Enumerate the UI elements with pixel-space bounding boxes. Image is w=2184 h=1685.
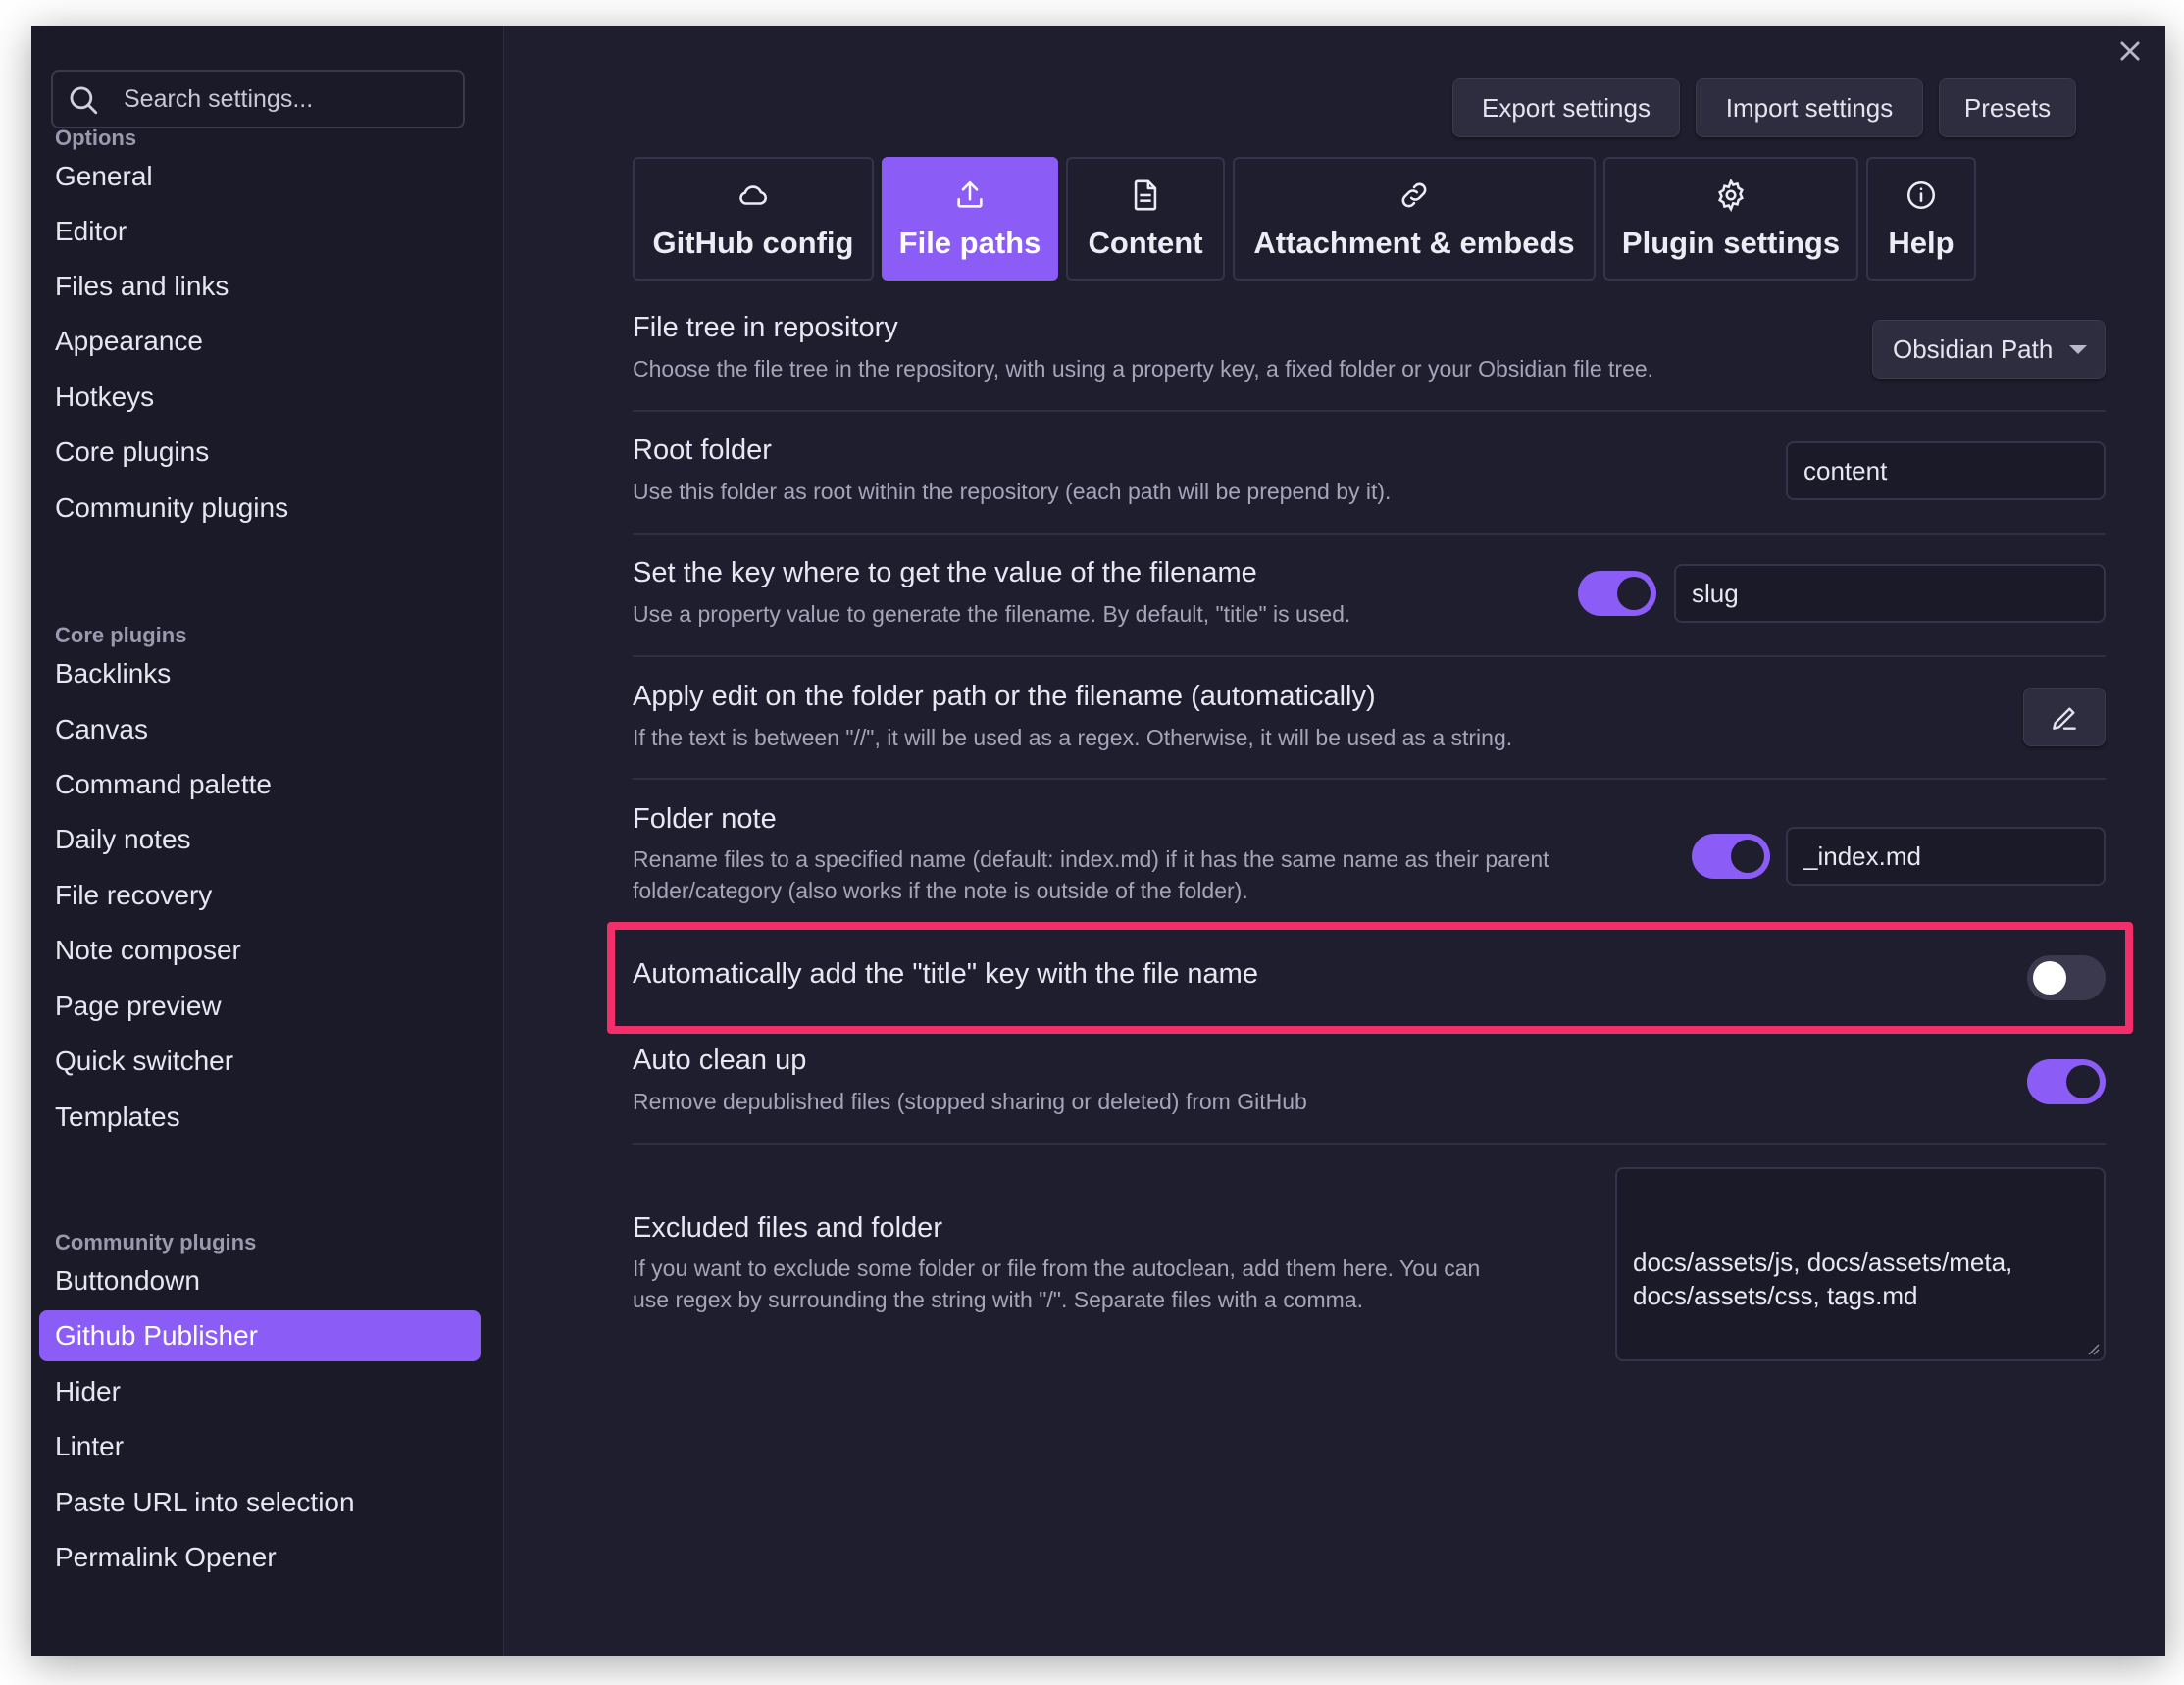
sidebar-item-core-plugins[interactable]: Core plugins	[39, 427, 481, 478]
gear-icon	[1718, 179, 1744, 212]
folder-note-desc-line2: folder/category (also works if the note …	[633, 878, 1248, 903]
tab-help[interactable]: Help	[1866, 157, 1976, 281]
sidebar-item-templates[interactable]: Templates	[39, 1092, 481, 1143]
toggle-knob	[1731, 840, 1764, 873]
auto-title-title: Automatically add the "title" key with t…	[633, 958, 1258, 990]
divider	[633, 533, 2106, 535]
close-button[interactable]	[2112, 35, 2148, 71]
close-icon	[2120, 41, 2140, 61]
sidebar-item-permalink-opener[interactable]: Permalink Opener	[39, 1532, 481, 1583]
sidebar-item-general[interactable]: General	[39, 151, 481, 202]
sidebar-item-hider[interactable]: Hider	[39, 1366, 481, 1417]
cloud-icon	[739, 185, 767, 205]
toggle-knob	[2033, 961, 2066, 995]
tab-content[interactable]: Content	[1066, 157, 1225, 281]
sidebar-item-quick-switcher[interactable]: Quick switcher	[39, 1036, 481, 1087]
sidebar-item-buttondown[interactable]: Buttondown	[39, 1255, 481, 1306]
sidebar-item-files-and-links[interactable]: Files and links	[39, 261, 481, 312]
export-settings-button[interactable]: Export settings	[1452, 78, 1680, 137]
link-icon	[1401, 182, 1427, 208]
excluded-textarea[interactable]: docs/assets/js, docs/assets/meta, docs/a…	[1615, 1167, 2106, 1361]
presets-button[interactable]: Presets	[1939, 78, 2076, 137]
section-heading-options: Options	[55, 126, 137, 150]
info-icon	[1906, 180, 1936, 210]
sidebar-item-note-composer[interactable]: Note composer	[39, 925, 481, 976]
section-heading-core-plugins: Core plugins	[55, 623, 187, 647]
tab-github-config[interactable]: GitHub config	[633, 157, 874, 281]
root-folder-title: Root folder	[633, 434, 772, 466]
root-folder-desc: Use this folder as root within the repos…	[633, 479, 1392, 504]
edit-button[interactable]	[2023, 688, 2106, 746]
sidebar-item-editor[interactable]: Editor	[39, 206, 481, 257]
resize-grip-icon[interactable]	[2086, 1342, 2100, 1355]
search-box[interactable]	[51, 70, 465, 128]
sidebar-item-canvas[interactable]: Canvas	[39, 704, 481, 755]
sidebar-item-page-preview[interactable]: Page preview	[39, 981, 481, 1032]
folder-note-desc-line1: Rename files to a specified name (defaul…	[633, 846, 1549, 872]
toggle-knob	[1617, 577, 1651, 610]
tab-label: File paths	[898, 226, 1041, 260]
folder-note-toggle[interactable]	[1692, 834, 1770, 879]
tab-label: Help	[1888, 226, 1955, 260]
excluded-value: docs/assets/js, docs/assets/meta, docs/a…	[1633, 1248, 2013, 1310]
auto-clean-toggle[interactable]	[2027, 1059, 2106, 1104]
folder-note-title: Folder note	[633, 803, 777, 835]
apply-edit-desc: If the text is between "//", it will be …	[633, 725, 1513, 750]
sidebar-item-command-palette[interactable]: Command palette	[39, 759, 481, 810]
file-tree-desc: Choose the file tree in the repository, …	[633, 356, 1654, 382]
pencil-icon	[2053, 707, 2076, 730]
file-tree-dropdown[interactable]: Obsidian Path	[1872, 320, 2106, 379]
divider	[633, 655, 2106, 657]
chevron-down-icon	[2069, 345, 2087, 354]
excluded-desc-line2: use regex by surrounding the string with…	[633, 1287, 1364, 1312]
tab-label: Attachment & embeds	[1253, 226, 1575, 260]
sidebar-item-appearance[interactable]: Appearance	[39, 316, 481, 367]
auto-clean-desc: Remove depublished files (stopped sharin…	[633, 1089, 1307, 1114]
search-input[interactable]	[124, 72, 447, 127]
sidebar-item-hotkeys[interactable]: Hotkeys	[39, 372, 481, 423]
divider	[633, 410, 2106, 412]
settings-content: Export settings Import settings Presets …	[505, 26, 2165, 1656]
search-icon	[70, 86, 98, 115]
folder-note-input[interactable]: _index.md	[1786, 827, 2106, 886]
sidebar-item-file-recovery[interactable]: File recovery	[39, 870, 481, 921]
tab-label: Plugin settings	[1621, 226, 1841, 260]
sidebar-item-daily-notes[interactable]: Daily notes	[39, 814, 481, 865]
divider	[633, 778, 2106, 780]
file-tree-value: Obsidian Path	[1893, 334, 2054, 364]
apply-edit-title: Apply edit on the folder path or the fil…	[633, 681, 1376, 712]
sidebar-item-backlinks[interactable]: Backlinks	[39, 648, 481, 699]
tab-file-paths[interactable]: File paths	[882, 157, 1058, 281]
document-icon	[1134, 179, 1157, 211]
sidebar: Options General Editor Files and links A…	[31, 26, 504, 1656]
sidebar-item-github-publisher[interactable]: Github Publisher	[39, 1310, 481, 1361]
root-folder-input[interactable]: content	[1786, 441, 2106, 500]
filename-key-desc: Use a property value to generate the fil…	[633, 601, 1351, 627]
file-tree-title: File tree in repository	[633, 312, 898, 343]
auto-title-toggle[interactable]	[2027, 955, 2106, 1000]
tab-label: GitHub config	[652, 226, 854, 260]
excluded-desc-line1: If you want to exclude some folder or fi…	[633, 1255, 1481, 1281]
tab-plugin-settings[interactable]: Plugin settings	[1603, 157, 1858, 281]
sidebar-item-linter[interactable]: Linter	[39, 1421, 481, 1472]
sidebar-item-community-plugins[interactable]: Community plugins	[39, 483, 481, 534]
filename-key-toggle[interactable]	[1578, 571, 1656, 616]
divider	[633, 1143, 2106, 1145]
filename-key-title: Set the key where to get the value of th…	[633, 557, 1257, 588]
settings-window: Options General Editor Files and links A…	[31, 26, 2165, 1656]
tab-attachment-embeds[interactable]: Attachment & embeds	[1233, 157, 1596, 281]
sidebar-item-paste-url[interactable]: Paste URL into selection	[39, 1477, 481, 1528]
excluded-title: Excluded files and folder	[633, 1212, 942, 1244]
tab-label: Content	[1088, 226, 1203, 260]
auto-clean-title: Auto clean up	[633, 1045, 807, 1076]
upload-icon	[957, 180, 983, 208]
toggle-knob	[2066, 1065, 2100, 1098]
filename-key-input[interactable]: slug	[1674, 564, 2106, 623]
import-settings-button[interactable]: Import settings	[1696, 78, 1923, 137]
section-heading-community-plugins: Community plugins	[55, 1230, 257, 1254]
